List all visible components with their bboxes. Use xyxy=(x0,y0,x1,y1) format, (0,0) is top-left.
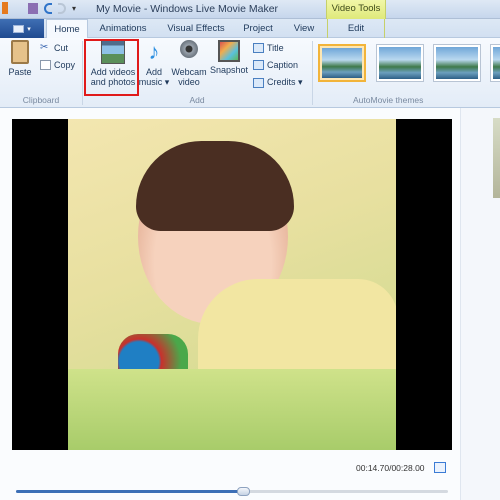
music-note-icon: ♪ xyxy=(148,39,160,64)
scissors-icon: ✂ xyxy=(40,42,49,53)
theme-thumbnail-more[interactable] xyxy=(490,44,500,82)
add-music-label-line1: Add xyxy=(145,67,162,77)
title-button[interactable]: Title xyxy=(253,43,284,53)
application-menu-button[interactable]: ▾ xyxy=(0,19,44,38)
highlight-box xyxy=(84,39,139,96)
tab-edit[interactable]: Edit xyxy=(327,19,385,38)
seek-slider-thumb[interactable] xyxy=(236,487,250,496)
title-label: Title xyxy=(267,43,284,53)
save-icon[interactable] xyxy=(28,2,38,14)
paste-button[interactable]: Paste xyxy=(5,40,35,77)
contextual-tab-group: Video Tools xyxy=(326,0,386,19)
add-music-button[interactable]: ♪ Add music ▾ xyxy=(138,39,170,88)
theme-preview-image xyxy=(379,47,421,79)
webcam-video-button[interactable]: Webcam video xyxy=(169,40,209,87)
copy-icon xyxy=(40,60,51,70)
storyboard-clip-thumbnail[interactable] xyxy=(493,118,500,198)
tab-home[interactable]: Home xyxy=(46,19,88,39)
theme-preview-image xyxy=(493,47,500,79)
tab-visual-effects[interactable]: Visual Effects xyxy=(162,19,230,38)
snapshot-button[interactable]: Snapshot xyxy=(209,40,249,75)
group-clipboard: Paste ✂ Cut Copy Clipboard xyxy=(0,38,82,108)
snapshot-label: Snapshot xyxy=(209,65,249,75)
playback-time: 00:14.70/00:28.00 xyxy=(356,463,425,473)
paste-label: Paste xyxy=(8,67,32,77)
theme-preview-image xyxy=(436,47,478,79)
group-label-add: Add xyxy=(189,95,205,105)
paste-icon xyxy=(11,40,29,64)
snapshot-icon xyxy=(218,40,240,62)
seek-slider[interactable] xyxy=(16,487,448,496)
baby-hair xyxy=(136,141,294,231)
redo-icon[interactable] xyxy=(58,2,66,14)
title-bar: ▾ My Movie - Windows Live Movie Maker Vi… xyxy=(0,0,500,19)
ribbon-tabs: ▾ Home Animations Visual Effects Project… xyxy=(0,19,500,39)
window-title: My Movie - Windows Live Movie Maker xyxy=(96,3,279,15)
add-music-label-line2: music ▾ xyxy=(138,77,170,87)
blanket xyxy=(68,369,396,450)
theme-thumbnail-default[interactable] xyxy=(318,44,366,82)
webcam-icon xyxy=(180,40,198,58)
ribbon: Paste ✂ Cut Copy Clipboard Add videos an… xyxy=(0,38,500,108)
tab-view[interactable]: View xyxy=(286,19,322,38)
video-preview[interactable] xyxy=(12,119,452,450)
tab-project[interactable]: Project xyxy=(236,19,280,38)
caption-label: Caption xyxy=(267,60,299,70)
caption-icon xyxy=(253,60,264,70)
quick-access-toolbar: ▾ xyxy=(2,2,76,14)
group-automovie-themes: AutoMovie themes xyxy=(313,38,500,108)
copy-button[interactable]: Copy xyxy=(40,60,75,70)
seek-progress xyxy=(16,490,243,493)
fullscreen-icon[interactable] xyxy=(434,462,446,473)
theme-preview-image xyxy=(322,48,362,78)
webcam-label-line2: video xyxy=(178,77,200,87)
theme-thumbnail-contemporary[interactable] xyxy=(376,44,424,82)
group-label-automovie-themes: AutoMovie themes xyxy=(353,95,424,105)
title-icon xyxy=(253,43,264,53)
tab-animations[interactable]: Animations xyxy=(92,19,154,38)
theme-thumbnail-fade[interactable] xyxy=(433,44,481,82)
group-label-clipboard: Clipboard xyxy=(22,95,60,105)
cut-label: Cut xyxy=(54,43,69,53)
credits-button[interactable]: Credits ▾ xyxy=(253,77,303,88)
credits-icon xyxy=(253,77,264,88)
app-icon xyxy=(2,2,8,14)
customize-dropdown-icon[interactable]: ▾ xyxy=(72,4,76,13)
caption-button[interactable]: Caption xyxy=(253,60,298,70)
undo-icon[interactable] xyxy=(44,2,52,14)
chevron-down-icon: ▾ xyxy=(27,25,31,33)
app-menu-icon xyxy=(13,24,25,33)
cut-button[interactable]: ✂ Cut xyxy=(40,42,69,54)
copy-label: Copy xyxy=(54,60,76,70)
preview-frame-image xyxy=(68,119,396,450)
preview-pane: 00:14.70/00:28.00 xyxy=(0,108,500,500)
credits-label: Credits ▾ xyxy=(267,77,303,87)
webcam-label-line1: Webcam xyxy=(171,67,207,77)
